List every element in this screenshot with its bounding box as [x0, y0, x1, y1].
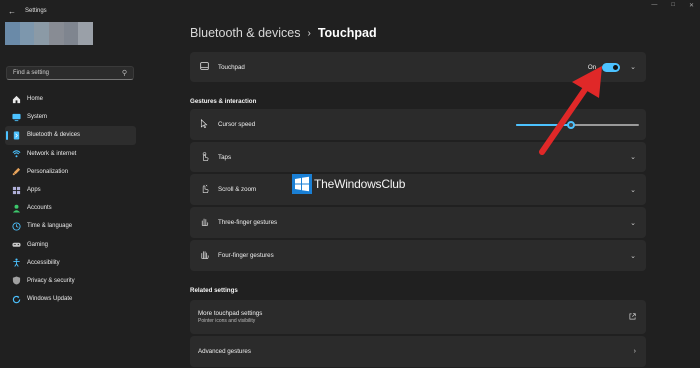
four-finger-icon: [198, 250, 210, 261]
three-finger-gestures-row[interactable]: Three-finger gestures ⌄: [190, 207, 646, 238]
sidebar-item-label: Time & language: [27, 223, 73, 230]
sidebar-item-personalization[interactable]: Personalization: [5, 163, 136, 181]
refresh-icon: [12, 295, 21, 304]
profile-avatar-blurred[interactable]: [5, 22, 94, 45]
three-finger-label: Three-finger gestures: [218, 219, 278, 226]
sidebar-item-accessibility[interactable]: Accessibility: [5, 254, 136, 272]
sidebar-item-accounts[interactable]: Accounts: [5, 199, 136, 217]
sidebar-item-label: Privacy & security: [27, 277, 75, 284]
related-section-heading: Related settings: [190, 287, 238, 294]
app-title: Settings: [25, 8, 47, 14]
brush-icon: [12, 167, 21, 176]
more-touchpad-settings-row[interactable]: More touchpad settings Pointer icons and…: [190, 300, 646, 334]
sidebar-item-time-language[interactable]: Time & language: [5, 217, 136, 235]
sidebar-item-label: Bluetooth & devices: [27, 132, 81, 139]
breadcrumb: Bluetooth & devices › Touchpad: [190, 26, 377, 40]
chevron-down-icon[interactable]: ⌄: [630, 153, 636, 161]
scroll-zoom-row[interactable]: Scroll & zoom ⌄: [190, 174, 646, 205]
sidebar-item-label: Network & internet: [27, 150, 77, 157]
apps-icon: [12, 186, 21, 195]
globe-clock-icon: [12, 222, 21, 231]
chevron-down-icon[interactable]: ⌄: [630, 186, 636, 194]
close-icon[interactable]: ✕: [689, 2, 694, 9]
four-finger-label: Four-finger gestures: [218, 252, 274, 259]
home-icon: [12, 95, 21, 104]
sidebar-item-label: System: [27, 114, 48, 121]
title-bar: ← Settings — □ ✕: [0, 0, 700, 22]
search-input[interactable]: Find a setting: [13, 70, 122, 76]
gestures-section-heading: Gestures & interaction: [190, 98, 257, 105]
person-icon: [12, 204, 21, 213]
sidebar-item-gaming[interactable]: Gaming: [5, 236, 136, 254]
sidebar-item-label: Home: [27, 96, 44, 103]
chevron-right-icon[interactable]: ›: [634, 348, 636, 355]
sidebar-item-label: Gaming: [27, 241, 49, 248]
sidebar-item-apps[interactable]: Apps: [5, 181, 136, 199]
chevron-down-icon[interactable]: ⌄: [630, 252, 636, 260]
external-link-icon[interactable]: [629, 312, 636, 322]
sidebar-item-label: Windows Update: [27, 296, 73, 303]
wifi-icon: [12, 149, 21, 158]
scroll-zoom-label: Scroll & zoom: [218, 186, 257, 193]
advanced-gestures-row[interactable]: Advanced gestures ›: [190, 336, 646, 367]
maximize-icon[interactable]: □: [671, 2, 675, 9]
more-touchpad-label: More touchpad settings: [198, 310, 263, 317]
three-finger-icon: [198, 217, 210, 228]
back-button[interactable]: ←: [5, 7, 19, 16]
touchpad-icon: [198, 62, 210, 72]
monitor-icon: [12, 113, 21, 122]
toggle-knob: [613, 64, 619, 70]
sidebar-item-network[interactable]: Network & internet: [5, 145, 136, 163]
watermark-logo-icon: [292, 174, 312, 194]
sidebar-item-label: Personalization: [27, 168, 69, 175]
search-box[interactable]: Find a setting ⚲: [6, 66, 134, 80]
chevron-down-icon[interactable]: ⌄: [630, 219, 636, 227]
sidebar-item-system[interactable]: System: [5, 108, 136, 126]
tap-icon: [198, 151, 210, 163]
cursor-icon: [198, 118, 210, 130]
advanced-gestures-label: Advanced gestures: [198, 348, 251, 355]
sidebar-item-windows-update[interactable]: Windows Update: [5, 290, 136, 308]
breadcrumb-parent[interactable]: Bluetooth & devices: [190, 26, 301, 40]
sidebar-item-label: Apps: [27, 187, 41, 194]
breadcrumb-separator: ›: [307, 27, 311, 39]
sidebar-nav: Home System Bluetooth & devices Network …: [5, 90, 136, 308]
four-finger-gestures-row[interactable]: Four-finger gestures ⌄: [190, 240, 646, 271]
sidebar: Find a setting ⚲ Home System Bluetooth &…: [0, 22, 142, 368]
sidebar-item-label: Accessibility: [27, 259, 60, 266]
watermark-text: TheWindowsClub: [314, 177, 406, 191]
page-title: Touchpad: [317, 26, 377, 40]
accessibility-icon: [12, 258, 21, 268]
chevron-down-icon[interactable]: ⌄: [630, 63, 636, 71]
annotation-arrow-icon: [539, 66, 602, 155]
window-controls: — □ ✕: [651, 2, 694, 9]
search-icon[interactable]: ⚲: [122, 69, 127, 77]
more-touchpad-sublabel: Pointer icons and visibility: [198, 318, 256, 324]
sidebar-item-label: Accounts: [27, 205, 52, 212]
more-touchpad-text: More touchpad settings Pointer icons and…: [198, 310, 629, 324]
sidebar-item-home[interactable]: Home: [5, 90, 136, 108]
sidebar-item-privacy-security[interactable]: Privacy & security: [5, 272, 136, 290]
gamepad-icon: [12, 240, 21, 249]
watermark: TheWindowsClub: [292, 174, 405, 194]
minimize-icon[interactable]: —: [651, 2, 657, 9]
sidebar-item-bluetooth-devices[interactable]: Bluetooth & devices: [5, 126, 136, 145]
shield-icon: [12, 276, 21, 286]
bluetooth-icon: [12, 131, 21, 140]
scroll-zoom-icon: [198, 184, 210, 195]
